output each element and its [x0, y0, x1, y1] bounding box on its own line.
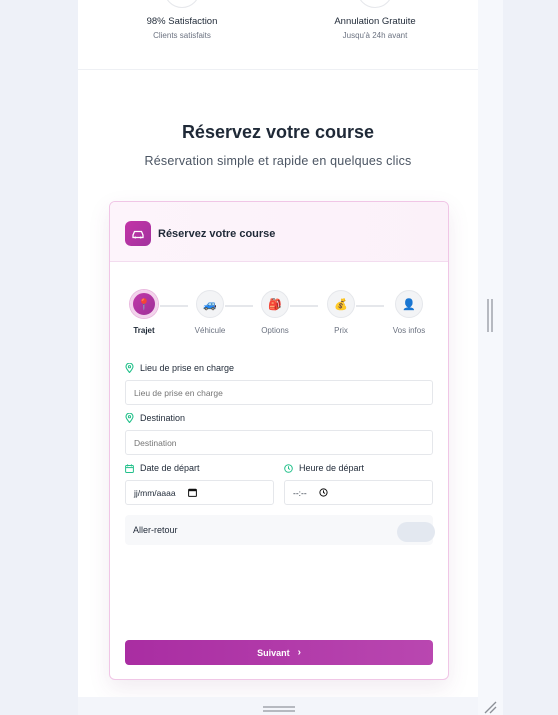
time-value: --:-- — [293, 487, 307, 498]
round-trip-label: Aller-retour — [133, 525, 178, 535]
round-trip-toggle[interactable] — [397, 522, 435, 542]
clock-icon — [284, 463, 293, 473]
stat-icon-circle — [164, 0, 200, 8]
date-label: Date de départ — [125, 463, 200, 473]
round-trip-row: Aller-retour — [125, 515, 435, 545]
stepper: 📍 Trajet 🚙 Véhicule 🎒 Options 💰 Prix 👤 V… — [110, 290, 448, 340]
time-label: Heure de départ — [284, 463, 364, 473]
calendar-picker-icon[interactable] — [187, 488, 197, 497]
step-label: Prix — [334, 326, 348, 335]
step-label: Véhicule — [194, 326, 226, 335]
destination-label: Destination — [125, 413, 185, 423]
section-title: Réservez votre course — [181, 122, 375, 142]
section-subtitle: Réservation simple et rapide en quelques… — [144, 154, 412, 168]
date-input[interactable]: jj/mm/aaaa — [125, 480, 274, 505]
card-title: Réservez votre course — [158, 228, 276, 240]
step-connector — [225, 305, 253, 307]
calendar-icon — [125, 463, 134, 473]
horizontal-drag-handle[interactable] — [263, 706, 295, 712]
location-pin-icon — [125, 413, 134, 423]
stat-subtitle: Jusqu'à 24h avant — [342, 31, 408, 40]
resize-handle-icon[interactable] — [482, 700, 498, 714]
vertical-drag-handle[interactable] — [487, 299, 493, 332]
step-connector — [160, 305, 188, 307]
time-label-text: Heure de départ — [299, 463, 365, 473]
backpack-icon: 🎒 — [261, 290, 289, 318]
next-button-label: Suivant — [257, 647, 290, 658]
clock-picker-icon[interactable] — [319, 488, 328, 497]
car-icon — [125, 221, 151, 246]
vehicle-icon: 🚙 — [196, 290, 224, 318]
destination-input[interactable] — [125, 430, 433, 455]
date-label-text: Date de départ — [140, 463, 200, 473]
step-connector — [356, 305, 384, 307]
step-label: Options — [261, 326, 289, 335]
step-connector — [290, 305, 318, 307]
page: 98% Satisfaction Clients satisfaits Annu… — [78, 0, 478, 715]
money-bag-icon: 💰 — [327, 290, 355, 318]
chevron-right-icon: › — [297, 647, 301, 658]
side-panel — [478, 0, 503, 715]
time-input[interactable]: --:-- — [284, 480, 433, 505]
pickup-input[interactable] — [125, 380, 433, 405]
step-label: Vos infos — [392, 326, 426, 335]
user-icon: 👤 — [395, 290, 423, 318]
card-header: Réservez votre course — [110, 202, 448, 262]
date-value: jj/mm/aaaa — [134, 487, 176, 498]
stat-title: 98% Satisfaction — [146, 16, 218, 27]
location-pin-icon — [125, 363, 134, 373]
step-label: Trajet — [133, 326, 155, 335]
stat-subtitle: Clients satisfaits — [153, 31, 211, 40]
stats-band: 98% Satisfaction Clients satisfaits Annu… — [78, 0, 478, 70]
next-button[interactable]: Suivant › — [125, 640, 433, 665]
stat-title: Annulation Gratuite — [334, 16, 416, 27]
pickup-label: Lieu de prise en charge — [125, 363, 234, 373]
booking-card: Réservez votre course 📍 Trajet 🚙 Véhicul… — [109, 201, 449, 680]
pickup-label-text: Lieu de prise en charge — [140, 363, 235, 373]
location-pin-icon: 📍 — [130, 290, 158, 318]
stat-icon-circle — [357, 0, 393, 8]
destination-label-text: Destination — [140, 413, 186, 423]
